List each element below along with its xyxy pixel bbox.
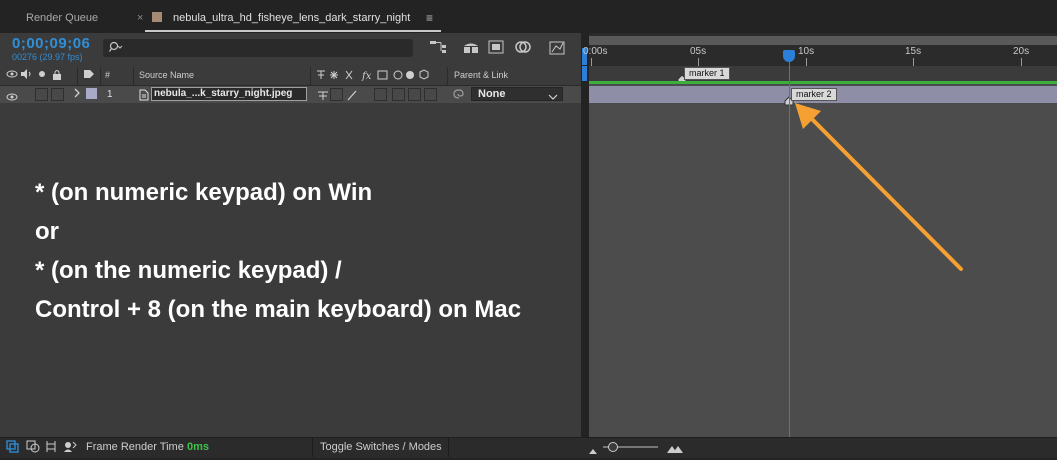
- comp-color-swatch: [152, 12, 162, 22]
- label-color-swatch[interactable]: [86, 88, 97, 99]
- collapse-checkbox[interactable]: [330, 88, 343, 101]
- render-time-icon[interactable]: [63, 440, 77, 458]
- in-out-panel-icon[interactable]: [45, 440, 57, 458]
- frame-blend-checkbox[interactable]: [392, 88, 405, 101]
- parent-dropdown-value: None: [478, 88, 506, 100]
- composition-flowchart-icon[interactable]: [429, 40, 447, 56]
- zoom-out-icon[interactable]: [588, 442, 598, 460]
- comp-marker-row[interactable]: [589, 66, 1057, 81]
- layer-number: 1: [107, 89, 113, 100]
- ruler-tick-label: 15s: [905, 46, 922, 57]
- transfer-controls-icon[interactable]: [26, 440, 40, 458]
- marker-1-label[interactable]: marker 1: [684, 67, 730, 80]
- playhead-handle[interactable]: [783, 50, 795, 62]
- shy-switch-icon[interactable]: [317, 88, 329, 106]
- pick-whip-icon[interactable]: [453, 87, 465, 105]
- active-tab-underline: [145, 30, 441, 32]
- zoom-in-icon[interactable]: [666, 441, 684, 459]
- adjustment-checkbox[interactable]: [424, 88, 437, 101]
- graph-editor-icon[interactable]: [548, 40, 566, 56]
- column-source-name[interactable]: Source Name: [139, 70, 194, 80]
- label-color-line: [589, 81, 1057, 84]
- frame-render-time-value: 0ms: [187, 441, 210, 453]
- current-time-display[interactable]: 0;00;09;06: [12, 35, 90, 52]
- instruction-overlay: * (on numeric keypad) on Win or * (on th…: [35, 173, 655, 329]
- marker-row-start: [582, 66, 587, 81]
- label-tag-icon[interactable]: [83, 69, 95, 82]
- svg-text:fx: fx: [361, 71, 372, 81]
- instruction-line: or: [35, 218, 59, 245]
- ruler-tick: [591, 58, 592, 66]
- search-input[interactable]: [103, 39, 413, 57]
- column-parent-link[interactable]: Parent & Link: [454, 70, 508, 80]
- ruler-tick: [806, 58, 807, 66]
- tab-composition[interactable]: nebula_ultra_hd_fisheye_lens_dark_starry…: [173, 7, 410, 29]
- file-icon: [139, 88, 149, 106]
- lock-checkbox[interactable]: [51, 88, 64, 101]
- switches-icons: fx: [316, 69, 436, 84]
- bottom-divider: [312, 438, 313, 457]
- layer-switches-toggle-icon[interactable]: [6, 440, 20, 458]
- quality-slash-icon[interactable]: [346, 88, 358, 106]
- instruction-line: Control + 8 (on the main keyboard) on Ma…: [35, 296, 522, 323]
- toggle-switches-modes-button[interactable]: Toggle Switches / Modes: [320, 441, 442, 453]
- shy-layers-icon[interactable]: [487, 40, 505, 56]
- search-icon: [109, 41, 123, 53]
- instruction-line: * (on the numeric keypad) /: [35, 257, 342, 284]
- solo-switch-icon[interactable]: [38, 69, 46, 82]
- eye-visibility-icon[interactable]: [6, 89, 18, 107]
- column-number: #: [105, 70, 111, 80]
- panel-menu-icon[interactable]: ≡: [426, 7, 433, 29]
- draft-3d-icon[interactable]: [462, 40, 480, 56]
- ruler-tick-label: 20s: [1013, 46, 1030, 57]
- frame-render-time-label: Frame Render Time: [86, 441, 184, 453]
- frame-rate-display: 00276 (29.97 fps): [12, 52, 83, 62]
- effects-checkbox[interactable]: [374, 88, 387, 101]
- chevron-right-icon[interactable]: [73, 88, 81, 101]
- close-icon[interactable]: ×: [137, 7, 143, 29]
- video-switch-icon[interactable]: [6, 69, 18, 82]
- solo-checkbox[interactable]: [35, 88, 48, 101]
- instruction-line: * (on numeric keypad) on Win: [35, 179, 373, 206]
- tab-render-queue[interactable]: Render Queue: [26, 7, 98, 29]
- annotation-arrow: [795, 103, 963, 271]
- ruler-tick-label: 10s: [798, 46, 815, 57]
- layer-name[interactable]: nebula_...k_starry_night.jpeg: [154, 88, 292, 99]
- work-area-bar[interactable]: [589, 36, 1057, 45]
- bottom-divider: [448, 438, 449, 457]
- chevron-down-icon[interactable]: [548, 88, 558, 106]
- audio-switch-icon[interactable]: [20, 69, 32, 82]
- frame-blending-icon[interactable]: [514, 40, 532, 56]
- ruler-tick-label: 0:00s: [583, 46, 608, 57]
- ruler-tick: [1021, 58, 1022, 66]
- zoom-slider-thumb[interactable]: [608, 442, 618, 452]
- ruler-tick-label: 05s: [690, 46, 707, 57]
- ruler-tick: [913, 58, 914, 66]
- ruler-tick: [698, 58, 699, 66]
- lock-icon[interactable]: [52, 69, 62, 83]
- motion-blur-checkbox[interactable]: [408, 88, 421, 101]
